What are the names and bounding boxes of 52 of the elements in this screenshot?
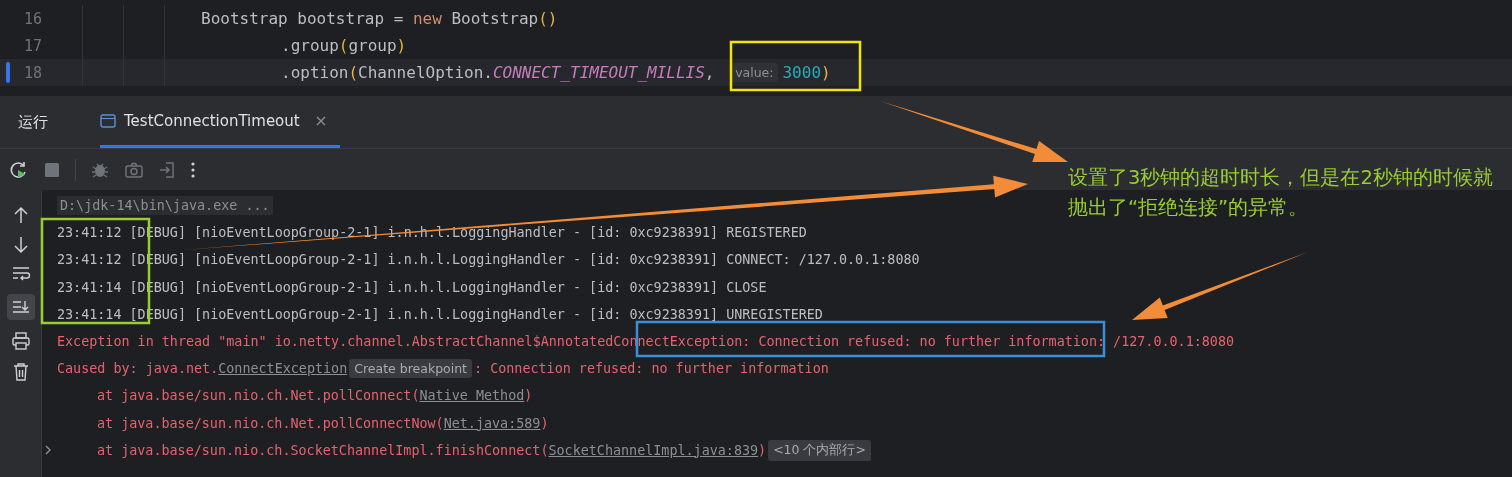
rerun-icon[interactable] — [9, 159, 29, 180]
line-number: 17 — [22, 36, 42, 55]
code-token: ChannelOption. — [358, 63, 493, 82]
console-text: ) — [540, 415, 549, 431]
code-token: group — [348, 36, 397, 55]
up-arrow-icon[interactable] — [12, 206, 29, 224]
code-token: ( — [348, 63, 359, 82]
console-text: : Connection refused: no further information — [474, 361, 829, 377]
code-token: ( — [338, 36, 349, 55]
annotation-note: 设置了3秒钟的超时时长，但是在2秒钟的时候就抛出了“拒绝连接”的异常。 — [1068, 165, 1493, 221]
console-text: at java.base/sun.nio.ch.SocketChannelImpl.finishConnect( — [97, 442, 549, 458]
number-token: 3000 — [782, 63, 821, 82]
inline-hint[interactable]: <10 个内部行> — [768, 439, 871, 461]
line-number: 16 — [22, 9, 42, 28]
down-arrow-icon[interactable] — [12, 236, 29, 254]
close-icon[interactable] — [315, 115, 326, 126]
stop-icon[interactable] — [43, 160, 61, 179]
source-link[interactable]: Native Method — [419, 388, 525, 404]
camera-icon[interactable] — [124, 160, 144, 179]
code-token: .option — [281, 63, 349, 82]
code-token: Bootstrap bootstrap = — [201, 9, 405, 28]
panel-title: 运行 — [17, 111, 49, 133]
source-link[interactable]: SocketChannelImpl.java:839 — [548, 442, 759, 458]
command-line-text: D:\jdk-14\bin\java.exe ... — [57, 196, 273, 216]
expand-chevron-icon[interactable] — [44, 444, 52, 457]
current-line-marker — [6, 62, 10, 83]
trash-icon[interactable] — [11, 362, 30, 382]
constant-token: CONNECT_TIMEOUT_MILLIS — [492, 63, 705, 82]
source-link[interactable]: Net.java:589 — [443, 415, 541, 431]
console-text: at java.base/sun.nio.ch.Net.pollConnectNow( — [97, 415, 444, 431]
code-token: ) — [396, 36, 407, 55]
console-text: ) — [758, 442, 767, 458]
code-token: () — [538, 9, 558, 28]
print-icon[interactable] — [10, 332, 31, 350]
code-token: , — [704, 63, 716, 82]
code-token: Bootstrap — [450, 9, 539, 28]
scroll-to-end-button[interactable] — [6, 294, 35, 320]
source-link[interactable]: ConnectException — [218, 361, 348, 377]
soft-wrap-icon[interactable] — [10, 266, 31, 282]
line-number: 18 — [22, 63, 42, 82]
console-text: ) — [524, 388, 533, 404]
inline-hint[interactable]: Create breakpoint — [349, 359, 473, 379]
console-text: at java.base/sun.nio.ch.Net.pollConnect( — [97, 388, 420, 404]
window-icon — [100, 113, 116, 128]
more-icon[interactable] — [190, 160, 196, 179]
code-token: ) — [821, 63, 831, 82]
inlay-hint: value: — [730, 63, 779, 82]
exit-icon[interactable] — [158, 160, 176, 179]
keyword-token: new — [412, 9, 442, 28]
console-text: Caused by: java.net. — [57, 361, 219, 377]
code-token: .group — [281, 36, 339, 55]
scroll-to-end-icon — [10, 299, 31, 315]
